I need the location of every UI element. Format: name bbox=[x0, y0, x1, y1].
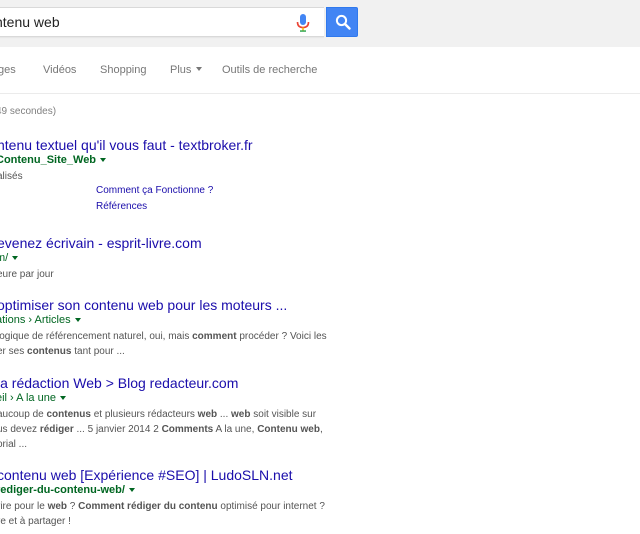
tab-plus-label: Plus bbox=[170, 64, 192, 76]
snippet-line: us devez rédiger ... 5 janvier 2014 2 Co… bbox=[0, 422, 323, 437]
snippet-line: aucoup de contenus et plusieurs rédacteu… bbox=[0, 407, 323, 422]
snippet-bold: contenus bbox=[27, 346, 72, 357]
result-url: ations › Articles bbox=[0, 314, 81, 326]
result-url-bold: Contenu_Site_Web bbox=[0, 154, 97, 166]
snippet-line: logique de référencement naturel, oui, m… bbox=[0, 329, 327, 344]
snippet-bold: web bbox=[47, 501, 68, 512]
snippet-text: ? bbox=[67, 501, 79, 512]
tab-plus[interactable]: Plus bbox=[170, 64, 203, 76]
result-url-bold: rediger-du-contenu-web/ bbox=[0, 484, 125, 496]
tab-search-tools[interactable]: Outils de recherche bbox=[222, 64, 317, 76]
snippet-bold: comment bbox=[192, 331, 237, 342]
caret-down-icon[interactable] bbox=[12, 256, 19, 260]
snippet-text: , bbox=[319, 424, 323, 435]
snippet-line: alisés bbox=[0, 169, 23, 184]
sitelink-references[interactable]: Références bbox=[96, 201, 147, 212]
snippet-bold: rédiger bbox=[39, 424, 74, 435]
microphone-icon[interactable] bbox=[296, 14, 310, 32]
chevron-down-icon bbox=[196, 67, 203, 71]
search-input[interactable] bbox=[0, 8, 285, 36]
snippet-bold: Contenu web bbox=[257, 424, 320, 435]
tab-shopping[interactable]: Shopping bbox=[100, 64, 147, 76]
snippet-line: eure par jour bbox=[0, 267, 54, 282]
snippet-bold: Comments bbox=[161, 424, 214, 435]
snippet-line: rire pour le web ? Comment rédiger du co… bbox=[0, 499, 325, 514]
snippet-text: alisés bbox=[0, 171, 23, 182]
search-button[interactable] bbox=[326, 7, 358, 37]
snippet-text: soit visible sur bbox=[250, 409, 317, 420]
snippet-text: aucoup de bbox=[0, 409, 47, 420]
result-title-link[interactable]: ntenu textuel qu'il vous faut - textbrok… bbox=[0, 137, 253, 153]
snippet-text: tant pour ... bbox=[71, 346, 125, 357]
result-url: Contenu_Site_Web bbox=[0, 154, 107, 166]
tab-images[interactable]: ges bbox=[0, 64, 16, 76]
result-snippet: logique de référencement naturel, oui, m… bbox=[0, 329, 327, 359]
snippet-text: procéder ? Voici les bbox=[236, 331, 327, 342]
snippet-text: rire pour le bbox=[0, 501, 48, 512]
snippet-text: us devez bbox=[0, 424, 40, 435]
result-title-link[interactable]: evenez écrivain - esprit-livre.com bbox=[0, 235, 202, 251]
snippet-text: et plusieurs rédacteurs bbox=[90, 409, 198, 420]
result-snippet: rire pour le web ? Comment rédiger du co… bbox=[0, 499, 325, 529]
result-snippet: eure par jour bbox=[0, 267, 54, 282]
sitelink-comment-ca-fonctionne[interactable]: Comment ça Fonctionne ? bbox=[96, 185, 213, 196]
result-url-text: ations › Articles bbox=[0, 314, 71, 326]
caret-down-icon[interactable] bbox=[128, 488, 135, 492]
snippet-bold: contenus bbox=[46, 409, 91, 420]
caret-down-icon[interactable] bbox=[59, 396, 66, 400]
result-url-text: eil › A la une bbox=[0, 392, 56, 404]
snippet-text: optimisé pour internet ? bbox=[217, 501, 325, 512]
snippet-text: ... 5 janvier 2014 2 bbox=[73, 424, 162, 435]
result-title-link[interactable]: la rédaction Web > Blog redacteur.com bbox=[0, 375, 238, 391]
result-url-text: m/ bbox=[0, 252, 9, 264]
search-tabs: ges Vidéos Shopping Plus Outils de reche… bbox=[0, 47, 640, 94]
caret-down-icon[interactable] bbox=[74, 318, 81, 322]
result-title-link[interactable]: contenu web [Expérience #SEO] | LudoSLN.… bbox=[0, 467, 293, 483]
snippet-line: orial ... bbox=[0, 437, 323, 452]
result-snippet: alisés bbox=[0, 169, 23, 184]
result-url: eil › A la une bbox=[0, 392, 66, 404]
snippet-line: re et à partager ! bbox=[0, 514, 325, 529]
snippet-bold: web bbox=[197, 409, 218, 420]
search-box[interactable] bbox=[0, 7, 324, 37]
result-url: m/ bbox=[0, 252, 19, 264]
snippet-text: er ses bbox=[0, 346, 28, 357]
caret-down-icon[interactable] bbox=[100, 158, 107, 162]
snippet-bold: Comment rédiger du contenu bbox=[78, 501, 218, 512]
result-snippet: aucoup de contenus et plusieurs rédacteu… bbox=[0, 407, 323, 452]
tab-videos[interactable]: Vidéos bbox=[43, 64, 76, 76]
result-stats: 49 secondes) bbox=[0, 106, 57, 117]
snippet-text: eure par jour bbox=[0, 269, 54, 280]
snippet-line: er ses contenus tant pour ... bbox=[0, 344, 327, 359]
snippet-text: A la une, bbox=[213, 424, 258, 435]
snippet-text: orial ... bbox=[0, 439, 28, 450]
snippet-text: ... bbox=[217, 409, 232, 420]
result-title-link[interactable]: optimiser son contenu web pour les moteu… bbox=[0, 297, 287, 313]
result-url: rediger-du-contenu-web/ bbox=[0, 484, 135, 496]
snippet-text: re et à partager ! bbox=[0, 516, 71, 527]
snippet-bold: web bbox=[231, 409, 251, 420]
snippet-text: logique de référencement naturel, oui, m… bbox=[0, 331, 193, 342]
search-header bbox=[0, 0, 640, 47]
